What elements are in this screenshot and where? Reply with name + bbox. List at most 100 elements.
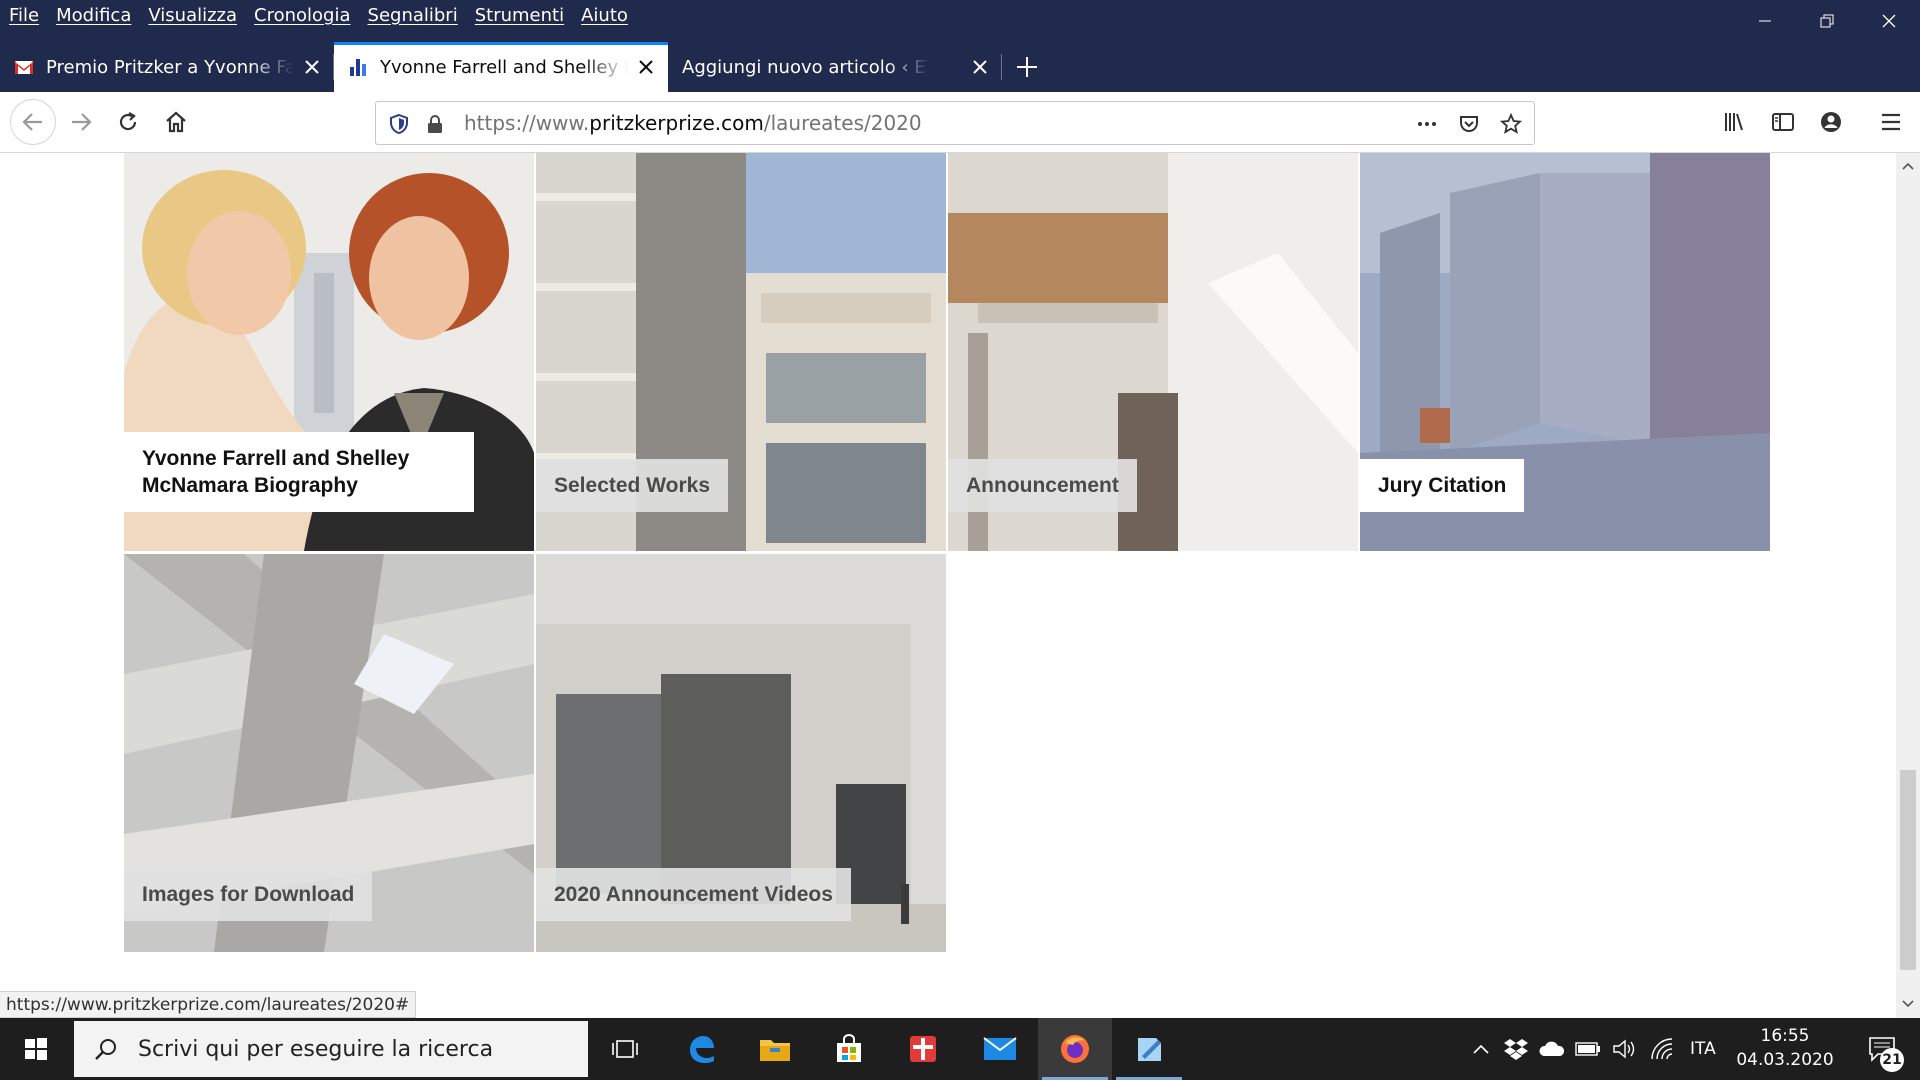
hamburger-menu-icon — [1882, 113, 1900, 131]
home-icon — [166, 111, 186, 133]
tab-pritzker[interactable]: Yvonne Farrell and Shelley McNamara — [334, 42, 668, 92]
card-announcement[interactable]: Announcement — [948, 153, 1358, 551]
minimize-button[interactable] — [1734, 0, 1796, 42]
url-path: /laureates/2020 — [763, 111, 922, 135]
card-label-jury-citation[interactable]: Jury Citation — [1360, 459, 1525, 512]
chevron-up-icon[interactable] — [1902, 161, 1914, 171]
firefox-icon — [1061, 1035, 1089, 1063]
card-jury-citation[interactable]: Jury Citation — [1360, 153, 1770, 551]
back-button[interactable] — [10, 99, 56, 145]
gift-icon — [910, 1036, 936, 1062]
card-announcement-videos[interactable]: 2020 Announcement Videos — [536, 554, 946, 952]
menu-modifica[interactable]: Modifica — [56, 5, 131, 26]
input-language[interactable]: ITA — [1690, 1018, 1716, 1080]
tray-dropbox[interactable] — [1500, 1018, 1532, 1080]
search-icon — [95, 1039, 116, 1060]
card-label-announcement[interactable]: Announcement — [948, 459, 1137, 512]
close-window-button[interactable] — [1858, 0, 1920, 42]
close-icon[interactable] — [636, 57, 656, 77]
taskbar-notepad-app[interactable] — [1112, 1018, 1186, 1080]
url-prefix: https://www. — [464, 111, 590, 135]
url-text[interactable]: https://www.pritzkerprize.com/laureates/… — [464, 102, 922, 144]
account-icon — [1821, 112, 1841, 132]
taskbar-search-box[interactable]: Scrivi qui per eseguire la ricerca — [74, 1021, 588, 1077]
account-button[interactable] — [1815, 106, 1847, 138]
clock-date: 04.03.2020 — [1736, 1050, 1834, 1070]
taskbar-mail[interactable] — [963, 1018, 1037, 1080]
tray-battery[interactable] — [1572, 1018, 1604, 1080]
tray-onedrive[interactable] — [1536, 1018, 1568, 1080]
arrow-right-icon — [72, 113, 92, 131]
battery-icon — [1575, 1042, 1600, 1056]
arrow-left-icon — [22, 113, 42, 131]
restore-button[interactable] — [1796, 0, 1858, 42]
tab-title: Premio Pritzker a Yvonne Farrell e — [46, 56, 294, 78]
start-button[interactable] — [0, 1018, 72, 1080]
tab-eticinforma[interactable]: Aggiungi nuovo articolo ‹ ETiCinforma — [668, 42, 1002, 92]
home-button[interactable] — [157, 103, 195, 141]
menu-strumenti[interactable]: Strumenti — [475, 5, 564, 26]
menu-cronologia[interactable]: Cronologia — [254, 5, 350, 26]
windows-taskbar: Scrivi qui per eseguire la ricerca ITA 1… — [0, 1018, 1920, 1080]
chevron-up-icon — [1473, 1044, 1489, 1054]
plus-icon — [1017, 57, 1037, 77]
tab-title: Yvonne Farrell and Shelley McNamara — [380, 56, 628, 78]
task-view-button[interactable] — [588, 1018, 662, 1080]
tab-separator — [1001, 54, 1002, 80]
forward-button[interactable] — [62, 103, 100, 141]
library-button[interactable] — [1719, 106, 1751, 138]
action-center-button[interactable]: 21 — [1852, 1018, 1912, 1080]
close-icon[interactable] — [970, 57, 990, 77]
url-domain: pritzkerprize.com — [589, 111, 764, 135]
card-label-images-download[interactable]: Images for Download — [124, 868, 373, 921]
system-clock[interactable]: 16:55 04.03.2020 — [1735, 1024, 1835, 1072]
notepad-icon — [1138, 1038, 1161, 1061]
card-biography[interactable]: Yvonne Farrell and Shelley McNamara Biog… — [124, 153, 534, 551]
speaker-icon — [1613, 1039, 1635, 1059]
bookmark-star-icon[interactable] — [1500, 113, 1522, 135]
chevron-down-icon[interactable] — [1902, 999, 1914, 1009]
taskbar-edge[interactable] — [664, 1018, 738, 1080]
sidebar-button[interactable] — [1767, 106, 1799, 138]
cloud-icon — [1539, 1041, 1565, 1056]
card-label-biography[interactable]: Yvonne Farrell and Shelley McNamara Biog… — [124, 432, 474, 512]
card-label-announcement-videos[interactable]: 2020 Announcement Videos — [536, 868, 851, 921]
taskbar-gift-app[interactable] — [886, 1018, 960, 1080]
card-selected-works[interactable]: Selected Works — [536, 153, 946, 551]
address-bar[interactable]: https://www.pritzkerprize.com/laureates/… — [375, 101, 1535, 145]
browser-titlebar: File Modifica Visualizza Cronologia Segn… — [0, 0, 1920, 92]
task-view-icon — [612, 1040, 638, 1058]
lock-icon[interactable] — [424, 113, 446, 135]
page-actions-icon[interactable] — [1416, 113, 1438, 135]
taskbar-store[interactable] — [812, 1018, 886, 1080]
tracking-protection-shield-icon[interactable] — [388, 113, 410, 135]
scrollbar-thumb[interactable] — [1900, 770, 1916, 970]
menu-file[interactable]: File — [9, 5, 39, 26]
card-label-selected-works[interactable]: Selected Works — [536, 459, 729, 512]
tray-network[interactable] — [1646, 1018, 1678, 1080]
tray-overflow-button[interactable] — [1466, 1018, 1496, 1080]
reload-icon — [119, 112, 137, 131]
new-tab-button[interactable] — [1002, 42, 1052, 92]
close-icon[interactable] — [302, 57, 322, 77]
taskbar-search-placeholder: Scrivi qui per eseguire la ricerca — [138, 1036, 494, 1062]
menu-segnalibri[interactable]: Segnalibri — [368, 5, 458, 26]
app-menu-button[interactable] — [1875, 106, 1907, 138]
pocket-icon[interactable] — [1458, 113, 1480, 135]
notification-count-badge: 21 — [1880, 1048, 1904, 1072]
tab-gmail[interactable]: Premio Pritzker a Yvonne Farrell e — [0, 42, 334, 92]
gmail-icon — [15, 61, 33, 74]
menu-visualizza[interactable]: Visualizza — [148, 5, 237, 26]
tray-volume[interactable] — [1608, 1018, 1640, 1080]
card-images-download[interactable]: Images for Download — [124, 554, 534, 952]
taskbar-file-explorer[interactable] — [738, 1018, 812, 1080]
windows-logo-icon — [25, 1038, 47, 1060]
navigation-toolbar: https://www.pritzkerprize.com/laureates/… — [0, 92, 1920, 153]
reload-button[interactable] — [109, 103, 147, 141]
store-icon — [837, 1034, 861, 1062]
taskbar-firefox[interactable] — [1038, 1018, 1112, 1080]
page-scrollbar[interactable] — [1896, 153, 1920, 1018]
folder-icon — [760, 1040, 790, 1061]
menu-aiuto[interactable]: Aiuto — [581, 5, 628, 26]
link-status-bar: https://www.pritzkerprize.com/laureates/… — [0, 991, 417, 1018]
